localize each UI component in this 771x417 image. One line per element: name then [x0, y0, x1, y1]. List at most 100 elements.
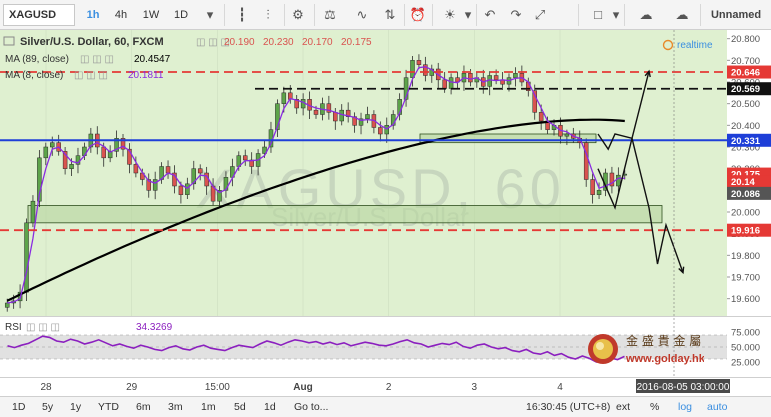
symbol-search-input[interactable]: XAGUSD	[3, 4, 75, 26]
candle-body	[165, 166, 171, 174]
redo-icon[interactable]: ↷	[506, 5, 526, 25]
bar-style-icon[interactable]: ┇	[232, 5, 252, 25]
time-tick-label: 15:00	[205, 382, 230, 393]
price-tick-label: 19.700	[731, 273, 760, 284]
legend-icons[interactable]: ◫ ◫ ◫	[80, 54, 114, 65]
time-tick-label: 2	[386, 382, 392, 393]
bottom-toolbar: 1D 5y 1y YTD 6m 3m 1m 5d 1d Go to... 16:…	[0, 396, 771, 417]
candle-body	[24, 222, 29, 293]
interval-1h-button[interactable]: 1h	[82, 4, 104, 26]
compare-icon[interactable]: ⇅	[380, 5, 400, 25]
time-tick-label: 28	[40, 382, 52, 393]
candle-body	[616, 174, 621, 187]
log-toggle[interactable]: log	[678, 400, 692, 415]
range-6m-button[interactable]: 6m	[136, 400, 151, 415]
time-tick-label: 4	[557, 382, 563, 393]
price-tag-label: 20.14	[731, 177, 755, 188]
candle-body	[43, 146, 49, 159]
clock-label: 16:30:45 (UTC+8)	[526, 401, 611, 413]
candle-body	[4, 302, 10, 308]
candle-style-icon[interactable]: ⫶	[258, 5, 278, 25]
candle-body	[384, 125, 390, 135]
candle-body	[468, 73, 473, 83]
price-tag-label: 20.569	[731, 84, 760, 95]
price-tag-label: 20.086	[731, 189, 760, 200]
price-tick-label: 20.500	[731, 99, 760, 110]
range-1d-intraday-button[interactable]: 1d	[264, 400, 276, 415]
candle-body	[596, 190, 602, 195]
candle-body	[333, 112, 338, 122]
chevron-down-icon[interactable]: ▾	[200, 5, 220, 25]
candle-body	[242, 155, 248, 161]
consolidation-zone	[27, 205, 663, 224]
price-tick-label: 19.600	[731, 294, 760, 305]
indicators-icon[interactable]: ∿	[352, 5, 372, 25]
candle-body	[410, 60, 415, 78]
rsi-tick-label: 25.000	[731, 358, 760, 369]
candle-body	[378, 127, 383, 135]
golday-logo: 金 盛 貴 金 屬 www.golday.hk	[588, 333, 704, 365]
interval-1w-button[interactable]: 1W	[140, 4, 162, 26]
candle-body	[281, 92, 287, 104]
top-toolbar: XAGUSD 1h 4h 1W 1D ▾ ┇ ⫶ ⚙ ⚖ ∿ ⇅ ⏰ ☀ ▾ ↶…	[0, 0, 771, 30]
candle-body	[152, 179, 158, 191]
ma89-legend-value: 20.4547	[134, 54, 171, 65]
range-5y-button[interactable]: 5y	[42, 400, 53, 415]
range-3m-button[interactable]: 3m	[168, 400, 183, 415]
ma8-legend-label: MA (8, close)	[5, 70, 63, 81]
layout-name[interactable]: Unnamed	[707, 4, 765, 26]
price-axis: 20.80020.70020.60020.50020.40020.30020.2…	[727, 30, 771, 316]
rsi-tick-label: 75.000	[731, 328, 760, 339]
range-ytd-button[interactable]: YTD	[98, 400, 119, 415]
chevron-down-icon[interactable]: ▾	[458, 5, 478, 25]
fullscreen-icon[interactable]: ⤢	[530, 5, 550, 25]
legend-close: 20.175	[341, 37, 372, 48]
chart-title: Silver/U.S. Dollar, 60, FXCM	[20, 36, 164, 48]
rsi-legend-label: RSI	[5, 322, 22, 333]
candle-body	[313, 109, 319, 115]
price-tick-label: 20.400	[731, 121, 760, 132]
color-square-icon[interactable]: □	[588, 5, 608, 25]
cloud-save-icon[interactable]: ☁	[636, 5, 656, 25]
candle-body	[101, 146, 106, 159]
auto-toggle[interactable]: auto	[707, 400, 727, 415]
candle-body	[564, 133, 570, 137]
legend-icons[interactable]: ◫ ◫ ◫	[74, 70, 108, 81]
candle-body	[50, 142, 55, 148]
candle-body	[538, 112, 544, 122]
price-tick-label: 20.700	[731, 56, 760, 67]
interval-1d-button[interactable]: 1D	[170, 4, 192, 26]
ext-toggle[interactable]: ext	[616, 400, 630, 415]
time-tick-label: Aug	[293, 382, 312, 393]
range-5d-button[interactable]: 5d	[234, 400, 246, 415]
candle-body	[416, 60, 422, 65]
percent-toggle[interactable]: %	[650, 400, 659, 415]
legend-high: 20.230	[263, 37, 294, 48]
range-1d-button[interactable]: 1D	[12, 400, 25, 415]
cloud-load-icon[interactable]: ☁	[672, 5, 692, 25]
candle-body	[583, 142, 589, 180]
crosshair-time-label: 2016-08-05 03:00:00	[637, 382, 730, 393]
time-tick-label: 3	[472, 382, 478, 393]
interval-4h-button[interactable]: 4h	[110, 4, 132, 26]
chevron-down-icon[interactable]: ▾	[606, 5, 626, 25]
ma8-legend-value: 20.1811	[128, 70, 164, 81]
alert-clock-icon[interactable]: ⏰	[408, 5, 428, 25]
candle-body	[185, 183, 190, 195]
goto-date-button[interactable]: Go to...	[294, 400, 328, 415]
range-1m-button[interactable]: 1m	[201, 400, 216, 415]
gear-icon[interactable]: ⚙	[288, 5, 308, 25]
candle	[583, 138, 589, 187]
rsi-tick-label: 50.000	[731, 343, 760, 354]
legend-icons[interactable]: ◫ ◫ ◫	[26, 322, 60, 333]
candle	[24, 218, 29, 302]
bulb-icon[interactable]: ☀	[440, 5, 460, 25]
candle-body	[448, 77, 454, 89]
price-tick-label: 19.800	[731, 251, 760, 262]
legend-open: 20.190	[224, 37, 255, 48]
undo-icon[interactable]: ↶	[480, 5, 500, 25]
scale-icon[interactable]: ⚖	[320, 5, 340, 25]
price-tag-label: 20.646	[731, 68, 760, 79]
candle-body	[493, 75, 499, 81]
range-1y-button[interactable]: 1y	[70, 400, 81, 415]
